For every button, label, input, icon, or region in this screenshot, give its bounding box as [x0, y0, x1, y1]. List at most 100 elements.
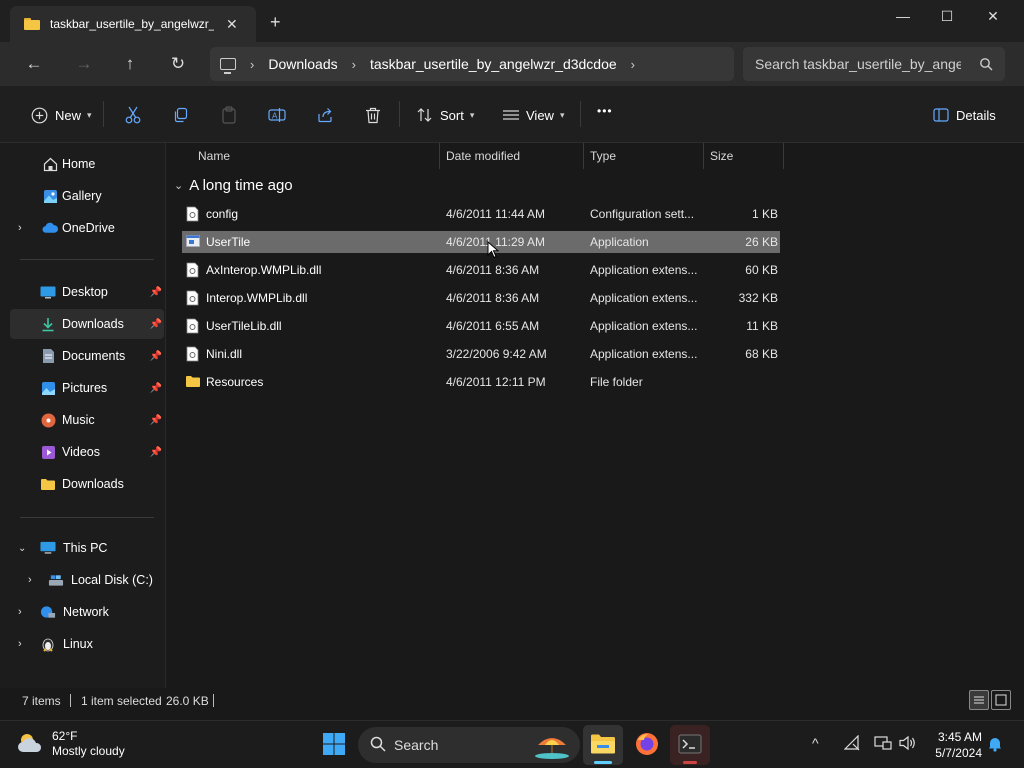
explorer-tab[interactable]: taskbar_usertile_by_angelwzr_d3dcdoe ✕	[10, 6, 256, 42]
weather-widget[interactable]: 62°F Mostly cloudy	[16, 729, 125, 759]
sidebar-item-desktop[interactable]: Desktop 📌	[10, 277, 164, 307]
sidebar-item-local-disk[interactable]: › Local Disk (C:)	[10, 565, 164, 595]
pin-icon[interactable]: 📌	[150, 415, 162, 426]
column-header-date[interactable]: Date modified	[446, 143, 582, 169]
column-divider[interactable]	[703, 143, 704, 169]
column-header-size[interactable]: Size	[710, 143, 780, 169]
sidebar-item-pictures[interactable]: Pictures 📌	[10, 373, 164, 403]
file-type: Application	[590, 235, 649, 249]
delete-button[interactable]	[362, 104, 384, 126]
view-button[interactable]: View ▾	[500, 104, 564, 126]
sort-button[interactable]: Sort ▾	[414, 104, 474, 126]
close-window-button[interactable]: ✕	[970, 6, 1016, 28]
sort-icon	[414, 104, 436, 126]
network-disconnected-icon[interactable]	[843, 734, 860, 754]
chevron-down-icon[interactable]: ⌄	[18, 543, 26, 554]
search-icon[interactable]	[979, 57, 993, 74]
cut-button[interactable]	[122, 104, 144, 126]
file-row-axinterop[interactable]: AxInterop.WMPLib.dll 4/6/2011 8:36 AM Ap…	[182, 259, 780, 281]
folder-icon	[40, 476, 56, 492]
sidebar-item-label: Linux	[63, 637, 93, 651]
group-header[interactable]: ⌄ A long time ago	[174, 177, 293, 194]
pin-icon[interactable]: 📌	[150, 447, 162, 458]
document-icon	[40, 348, 56, 364]
system-clock[interactable]: 3:45 AM 5/7/2024	[930, 729, 982, 761]
breadcrumb[interactable]: › Downloads › taskbar_usertile_by_angelw…	[210, 47, 734, 81]
rename-button[interactable]: A	[266, 104, 288, 126]
taskbar-search-box[interactable]: Search	[358, 727, 580, 763]
breadcrumb-downloads[interactable]: Downloads	[268, 56, 337, 72]
sidebar-item-downloads[interactable]: Downloads 📌	[10, 309, 164, 339]
file-row-resources[interactable]: Resources 4/6/2011 12:11 PM File folder	[182, 371, 780, 393]
copy-button[interactable]	[170, 104, 192, 126]
pin-icon[interactable]: 📌	[150, 319, 162, 330]
dll-file-icon	[186, 290, 199, 306]
share-button[interactable]	[314, 104, 336, 126]
start-button[interactable]	[314, 725, 354, 765]
sidebar-item-this-pc[interactable]: ⌄ This PC	[10, 533, 164, 563]
view-list-icon	[500, 104, 522, 126]
sidebar-item-music[interactable]: Music 📌	[10, 405, 164, 435]
forward-arrow-icon[interactable]: →	[72, 52, 96, 76]
details-view-icon[interactable]	[969, 690, 989, 710]
file-row-nini[interactable]: Nini.dll 3/22/2006 9:42 AM Application e…	[182, 343, 780, 365]
chevron-right-icon[interactable]: ›	[18, 638, 22, 650]
refresh-icon[interactable]: ↻	[166, 52, 190, 76]
weather-description: Mostly cloudy	[52, 744, 125, 758]
sidebar-item-documents[interactable]: Documents 📌	[10, 341, 164, 371]
pin-icon[interactable]: 📌	[150, 383, 162, 394]
windows-logo-icon	[322, 732, 346, 759]
minimize-button[interactable]: —	[880, 6, 926, 28]
chevron-down-icon[interactable]: ⌄	[174, 179, 183, 192]
sidebar-item-home[interactable]: Home	[10, 149, 164, 179]
chevron-right-icon[interactable]: ›	[18, 222, 22, 234]
chevron-right-icon[interactable]: ›	[352, 57, 356, 72]
sidebar-item-videos[interactable]: Videos 📌	[10, 437, 164, 467]
details-pane-button[interactable]: Details	[930, 104, 996, 126]
column-header-name[interactable]: Name	[198, 143, 438, 169]
title-bar: taskbar_usertile_by_angelwzr_d3dcdoe ✕ +…	[0, 0, 1024, 42]
file-row-usertile[interactable]: UserTile 4/6/2011 11:29 AM Application 2…	[182, 231, 780, 253]
back-arrow-icon[interactable]: ←	[22, 52, 46, 76]
column-header-type[interactable]: Type	[590, 143, 702, 169]
large-icons-view-icon[interactable]	[991, 690, 1011, 710]
taskbar-file-explorer[interactable]	[583, 725, 623, 765]
new-tab-button[interactable]: +	[270, 12, 281, 33]
search-input[interactable]: Search taskbar_usertile_by_angelwzr_d3dc…	[743, 47, 1005, 81]
selection-size: 26.0 KB	[166, 694, 209, 708]
sidebar-item-downloads-folder[interactable]: Downloads	[10, 469, 164, 499]
up-arrow-icon[interactable]: ↑	[118, 52, 142, 76]
dll-file-icon	[186, 346, 199, 362]
column-divider[interactable]	[583, 143, 584, 169]
paste-button[interactable]	[218, 104, 240, 126]
sidebar-item-gallery[interactable]: Gallery	[10, 181, 164, 211]
search-placeholder: Search taskbar_usertile_by_angelwzr_d3dc…	[755, 56, 961, 72]
project-display-icon[interactable]	[874, 735, 892, 754]
sidebar-item-onedrive[interactable]: › OneDrive	[10, 213, 164, 243]
pin-icon[interactable]: 📌	[150, 287, 162, 298]
sidebar-item-network[interactable]: › Network	[10, 597, 164, 627]
maximize-button[interactable]: ☐	[924, 6, 970, 28]
column-divider[interactable]	[439, 143, 440, 169]
show-hidden-icons-chevron-icon[interactable]: ^	[812, 735, 819, 751]
file-row-usertilelib[interactable]: UserTileLib.dll 4/6/2011 6:55 AM Applica…	[182, 315, 780, 337]
taskbar-terminal[interactable]	[670, 725, 710, 765]
close-tab-icon[interactable]: ✕	[226, 16, 238, 33]
folder-icon	[185, 375, 201, 391]
sidebar-item-linux[interactable]: › Linux	[10, 629, 164, 659]
file-list-pane: Name Date modified Type Size ⌄ A long ti…	[166, 143, 1024, 688]
chevron-right-icon[interactable]: ›	[28, 574, 32, 586]
pin-icon[interactable]: 📌	[150, 351, 162, 362]
chevron-right-icon[interactable]: ›	[18, 606, 22, 618]
volume-icon[interactable]	[899, 735, 917, 754]
chevron-right-icon[interactable]: ›	[631, 57, 635, 72]
file-row-config[interactable]: config 4/6/2011 11:44 AM Configuration s…	[182, 203, 780, 225]
taskbar-firefox[interactable]	[627, 725, 667, 765]
breadcrumb-current-folder[interactable]: taskbar_usertile_by_angelwzr_d3dcdoe	[370, 56, 617, 72]
notification-bell-icon[interactable]	[988, 736, 1002, 755]
file-row-interop[interactable]: Interop.WMPLib.dll 4/6/2011 8:36 AM Appl…	[182, 287, 780, 309]
column-divider[interactable]	[783, 143, 784, 169]
new-button[interactable]: New ▾	[28, 104, 92, 126]
chevron-right-icon[interactable]: ›	[250, 57, 254, 72]
more-options-button[interactable]: •••	[597, 104, 613, 118]
